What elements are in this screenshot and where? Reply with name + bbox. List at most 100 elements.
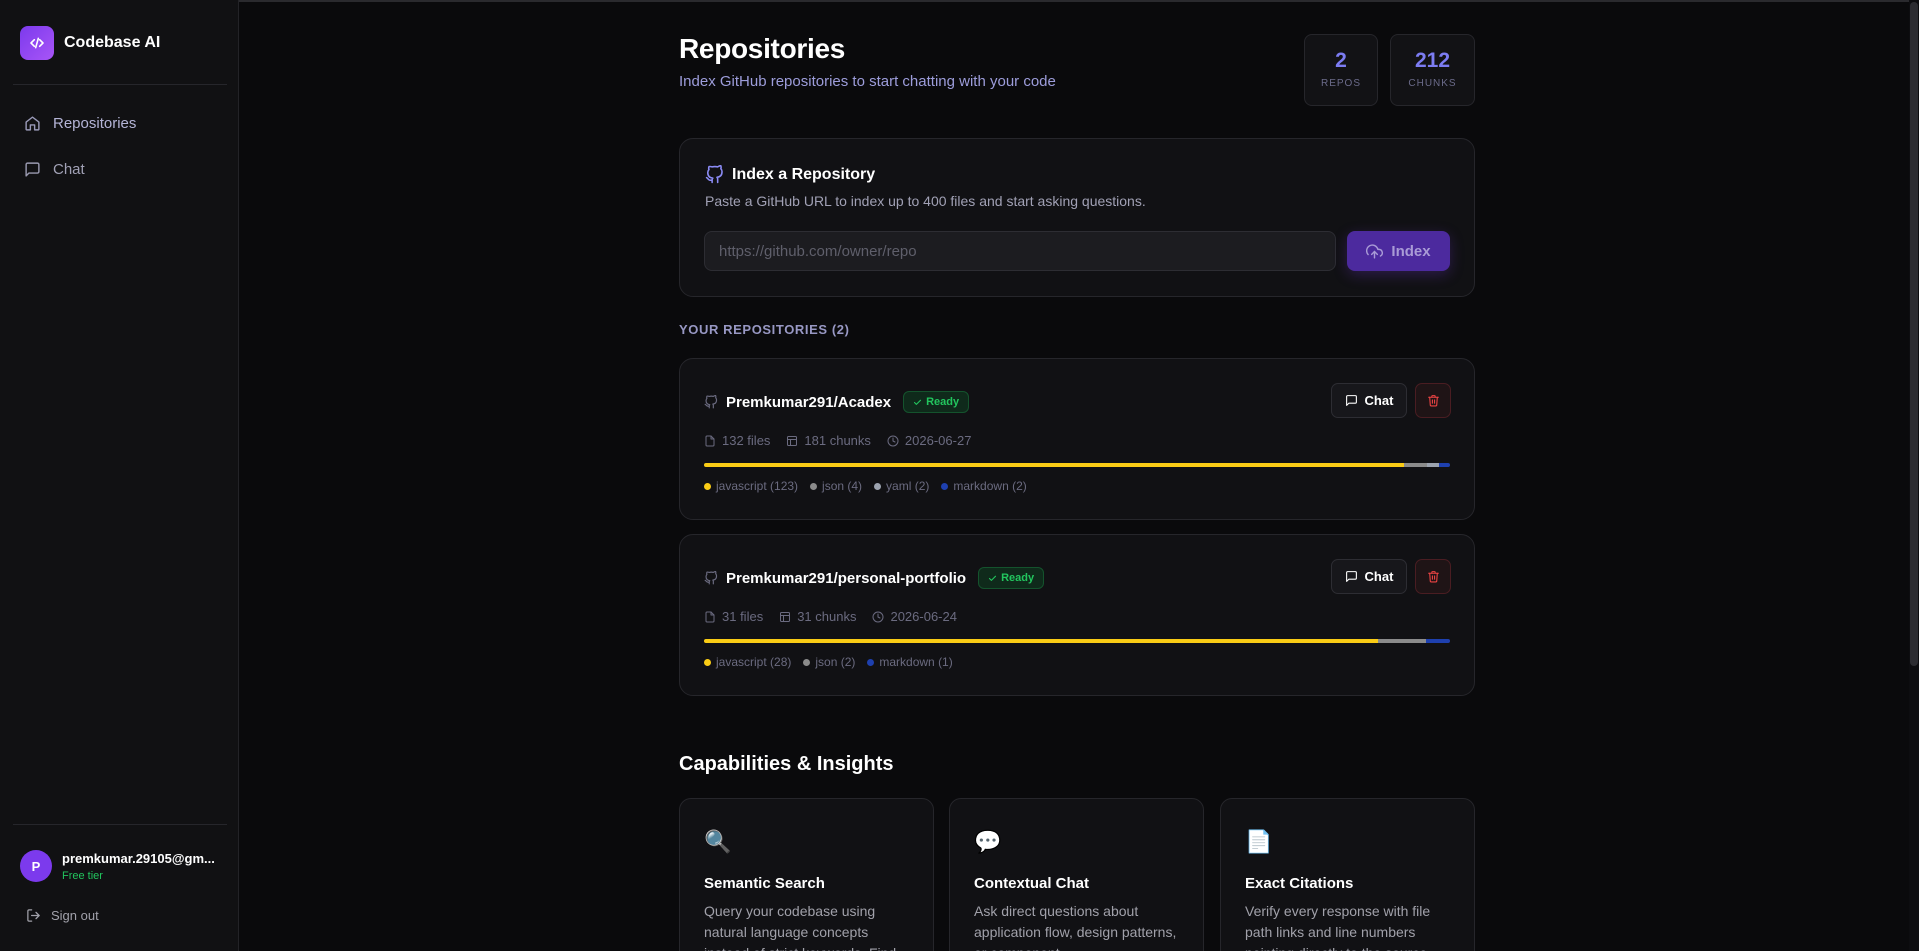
sidebar-divider <box>13 824 227 825</box>
stat-label: REPOS <box>1320 78 1361 89</box>
sidebar-item-label: Chat <box>53 160 85 178</box>
language-distribution-bar <box>704 463 1450 467</box>
sidebar-item-chat[interactable]: Chat <box>14 151 226 187</box>
github-icon <box>704 571 718 585</box>
window-top-border <box>0 0 1919 2</box>
file-icon <box>705 435 715 446</box>
magnifier-icon: 🔍 <box>704 829 732 854</box>
brand-name: Codebase AI <box>64 34 161 51</box>
legend-item: json (4) <box>810 479 862 493</box>
repo-files: 31 files <box>722 609 764 624</box>
language-segment <box>704 639 1378 643</box>
check-icon <box>989 575 997 581</box>
repo-chunk-count: 181 chunks <box>786 433 871 448</box>
repo-date: 2026-06-24 <box>890 609 957 624</box>
legend-dot <box>803 658 811 666</box>
legend-label: markdown (1) <box>879 655 953 669</box>
repo-name[interactable]: Premkumar291/Acadex <box>726 394 891 411</box>
trash-icon <box>1427 395 1439 407</box>
capability-card-exact-citations: 📄 Exact Citations Verify every response … <box>1220 798 1475 951</box>
log-out-icon <box>27 909 40 922</box>
user-email: premkumar.29105@gm... <box>62 850 215 866</box>
language-distribution-bar <box>704 639 1450 643</box>
legend-dot <box>810 482 818 490</box>
capability-card-semantic-search: 🔍 Semantic Search Query your codebase us… <box>679 798 934 951</box>
language-segment <box>1377 639 1426 643</box>
sidebar-divider <box>13 84 227 85</box>
legend-label: json (2) <box>815 655 856 669</box>
repo-meta: 31 files 31 chunks 2026-06-24 <box>704 609 957 624</box>
status-badge: Ready <box>903 391 970 413</box>
repo-chunks: 181 chunks <box>804 433 871 448</box>
index-button[interactable]: Index <box>1347 231 1450 271</box>
repo-chat-button[interactable]: Chat <box>1331 559 1407 594</box>
index-card-description: Paste a GitHub URL to index up to 400 fi… <box>705 193 1146 209</box>
repo-chat-label: Chat <box>1364 393 1394 408</box>
avatar: P <box>20 850 52 882</box>
legend-label: javascript (123) <box>716 479 799 493</box>
clock-icon <box>872 611 884 622</box>
legend-label: yaml (2) <box>886 479 930 493</box>
sign-out-label: Sign out <box>51 908 99 923</box>
language-legend: javascript (123) json (4) yaml (2) markd… <box>704 479 1027 493</box>
capability-title: Semantic Search <box>704 875 825 892</box>
capability-title: Exact Citations <box>1245 875 1354 892</box>
stat-chunks: 212 CHUNKS <box>1390 34 1475 106</box>
repo-name[interactable]: Premkumar291/personal-portfolio <box>726 570 966 587</box>
sign-out-button[interactable]: Sign out <box>26 908 99 923</box>
upload-cloud-icon <box>1366 243 1384 259</box>
capabilities-title: Capabilities & Insights <box>679 753 894 775</box>
legend-item: yaml (2) <box>874 479 929 493</box>
index-card-title: Index a Repository <box>705 165 875 184</box>
stat-value: 212 <box>1414 49 1451 72</box>
repo-delete-button[interactable] <box>1415 383 1451 418</box>
repo-date: 2026-06-27 <box>904 433 972 448</box>
capability-description: Ask direct questions about application f… <box>974 903 1177 951</box>
index-card-heading: Index a Repository <box>732 165 876 183</box>
capability-title: Contextual Chat <box>974 875 1090 892</box>
repo-url-input[interactable] <box>704 231 1336 271</box>
sidebar-item-repositories[interactable]: Repositories <box>14 105 226 141</box>
repo-chunk-count: 31 chunks <box>779 609 856 624</box>
repo-header: Premkumar291/Acadex Ready <box>704 391 970 413</box>
user-tier: Free tier <box>62 869 103 882</box>
stat-value: 2 <box>1335 49 1347 72</box>
layout-icon <box>780 611 791 622</box>
document-icon: 📄 <box>1245 829 1273 854</box>
sidebar: Codebase AI Repositories Chat P premkuma… <box>0 0 239 951</box>
language-segment <box>1438 463 1450 467</box>
repo-chat-label: Chat <box>1364 569 1394 584</box>
legend-item: javascript (123) <box>704 479 798 493</box>
repo-header: Premkumar291/personal-portfolio Ready <box>704 567 1045 589</box>
index-button-label: Index <box>1391 242 1431 260</box>
status-badge-label: Ready <box>1001 572 1035 584</box>
repo-delete-button[interactable] <box>1415 559 1451 594</box>
home-icon <box>25 115 40 131</box>
message-square-icon <box>25 161 40 177</box>
brand[interactable]: Codebase AI <box>20 26 160 60</box>
repo-chat-button[interactable]: Chat <box>1331 383 1407 418</box>
legend-label: json (4) <box>822 479 863 493</box>
legend-label: javascript (28) <box>716 655 792 669</box>
speech-bubble-icon: 💬 <box>974 829 1002 854</box>
layout-icon <box>787 435 798 446</box>
repo-card: Premkumar291/Acadex Ready Chat 132 files… <box>679 358 1475 520</box>
language-segment <box>704 463 1405 467</box>
scrollbar-thumb[interactable] <box>1910 2 1918 666</box>
github-icon <box>705 165 723 184</box>
repo-indexed-date: 2026-06-27 <box>887 433 972 448</box>
legend-label: markdown (2) <box>953 479 1027 493</box>
github-icon <box>704 395 718 409</box>
repo-file-count: 132 files <box>704 433 770 448</box>
scrollbar[interactable] <box>1909 0 1919 951</box>
language-legend: javascript (28) json (2) markdown (1) <box>704 655 953 669</box>
repo-card: Premkumar291/personal-portfolio Ready Ch… <box>679 534 1475 696</box>
clock-icon <box>887 435 899 446</box>
legend-item: markdown (1) <box>867 655 953 669</box>
user-profile[interactable]: P premkumar.29105@gm... Free tier <box>20 850 222 882</box>
trash-icon <box>1427 571 1439 583</box>
repo-files: 132 files <box>722 433 771 448</box>
legend-dot <box>704 482 711 490</box>
legend-item: markdown (2) <box>941 479 1027 493</box>
repo-indexed-date: 2026-06-24 <box>872 609 957 624</box>
